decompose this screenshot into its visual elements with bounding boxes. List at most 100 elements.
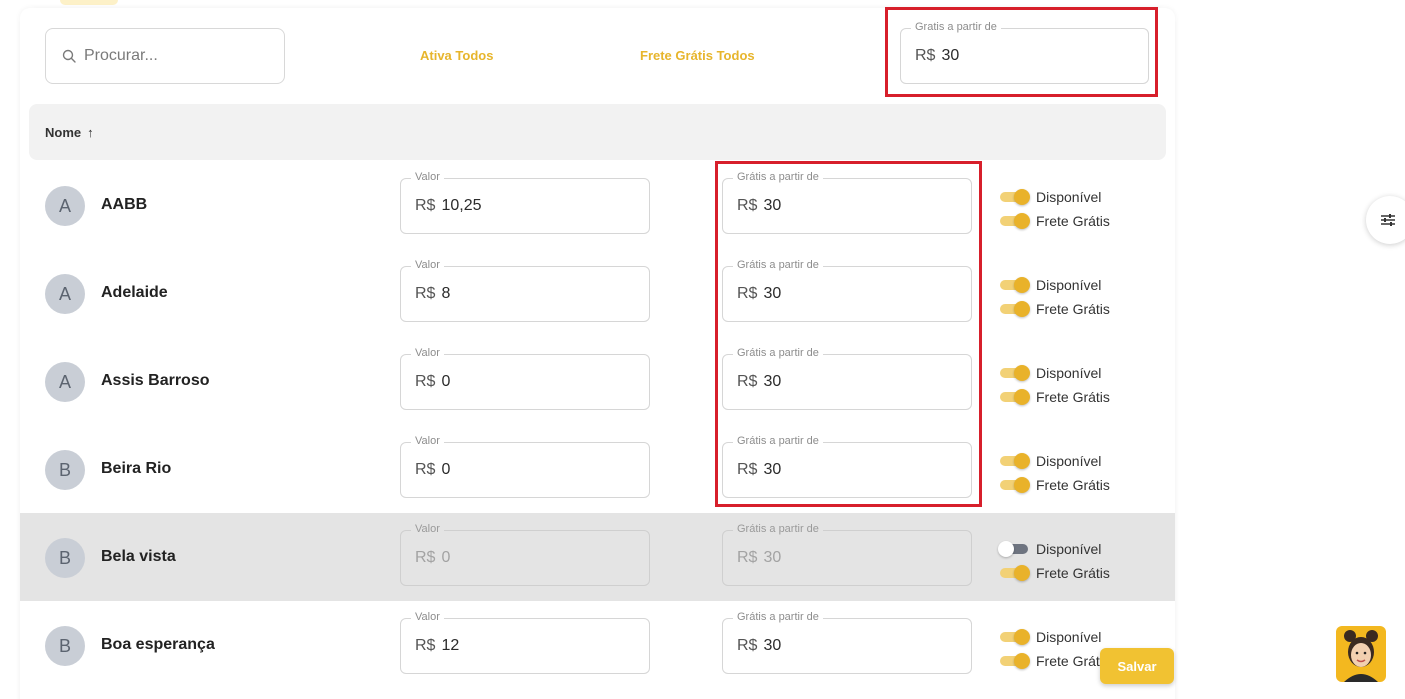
filter-settings-button[interactable] (1366, 196, 1405, 244)
switch-icon[interactable] (1000, 653, 1030, 669)
row-name: Adelaide (101, 284, 168, 301)
valor-value: 0 (441, 461, 451, 478)
valor-label: Valor (411, 435, 444, 447)
column-header-nome[interactable]: Nome ↑ (29, 104, 1166, 160)
search-input[interactable]: Procurar... (45, 28, 285, 84)
frete-gratis-label: Frete Grátis (1036, 565, 1110, 581)
global-gratis-field[interactable]: Gratis a partir de R$ 30 (900, 21, 1149, 84)
disponivel-toggle[interactable]: Disponível (1000, 185, 1110, 209)
currency-prefix: R$ (737, 549, 758, 566)
switch-icon[interactable] (1000, 389, 1030, 405)
disponivel-label: Disponível (1036, 365, 1102, 381)
gratis-field[interactable]: Grátis a partir de R$ 30 (722, 259, 972, 322)
switch-icon[interactable] (1000, 453, 1030, 469)
gratis-field[interactable]: Grátis a partir de R$ 30 (722, 611, 972, 674)
frete-gratis-toggle[interactable]: Frete Grátis (1000, 561, 1110, 585)
page: Procurar... Ativa Todos Frete Grátis Tod… (0, 0, 1405, 699)
disponivel-toggle[interactable]: Disponível (998, 537, 1110, 561)
valor-label: Valor (411, 611, 444, 623)
currency-prefix: R$ (415, 549, 436, 566)
switch-icon[interactable] (1000, 277, 1030, 293)
chat-assistant-avatar[interactable] (1336, 626, 1386, 682)
valor-field[interactable]: Valor R$ 10,25 (400, 171, 650, 234)
currency-prefix: R$ (415, 637, 436, 654)
global-gratis-value: 30 (941, 47, 960, 64)
avatar: A (45, 186, 85, 226)
assistant-face-icon (1344, 630, 1378, 682)
disponivel-toggle[interactable]: Disponível (1000, 273, 1110, 297)
avatar: A (45, 362, 85, 402)
table-row: A AABB Valor R$ 10,25 Grátis a partir de R$ 30 D… (20, 161, 1175, 249)
gratis-value: 30 (763, 549, 782, 566)
valor-field[interactable]: Valor R$ 0 (400, 347, 650, 410)
disponivel-toggle[interactable]: Disponível (1000, 449, 1110, 473)
valor-field[interactable]: Valor R$ 12 (400, 611, 650, 674)
frete-gratis-toggle[interactable]: Frete Grátis (1000, 209, 1110, 233)
row-toggles: Disponível Frete Grátis (1000, 185, 1110, 233)
switch-icon[interactable] (998, 541, 1028, 557)
frete-gratis-label: Frete Grátis (1036, 213, 1110, 229)
gratis-field[interactable]: Grátis a partir de R$ 30 (722, 171, 972, 234)
column-header-label: Nome (45, 124, 82, 140)
valor-value: 8 (441, 285, 451, 302)
disponivel-label: Disponível (1036, 189, 1102, 205)
avatar: B (45, 538, 85, 578)
disponivel-label: Disponível (1036, 277, 1102, 293)
switch-icon[interactable] (1000, 565, 1030, 581)
frete-gratis-toggle[interactable]: Frete Grátis (1000, 473, 1110, 497)
frete-gratis-todos-button[interactable]: Frete Grátis Todos (640, 48, 755, 63)
currency-prefix: R$ (415, 461, 436, 478)
currency-prefix: R$ (737, 461, 758, 478)
valor-label: Valor (411, 171, 444, 183)
frete-gratis-toggle[interactable]: Frete Grátis (1000, 385, 1110, 409)
disponivel-label: Disponível (1036, 453, 1102, 469)
row-toggles: Disponível Frete Grátis (1000, 625, 1110, 673)
row-toggles: Disponível Frete Grátis (1000, 449, 1110, 497)
switch-icon[interactable] (1000, 365, 1030, 381)
frete-gratis-label: Frete Grátis (1036, 389, 1110, 405)
row-toggles: Disponível Frete Grátis (1000, 273, 1110, 321)
gratis-label: Grátis a partir de (733, 611, 823, 623)
table-row: B Bela vista Valor R$ 0 Grátis a partir de R$ 3… (20, 513, 1175, 601)
valor-field[interactable]: Valor R$ 0 (400, 435, 650, 498)
avatar: B (45, 450, 85, 490)
avatar: B (45, 626, 85, 666)
gratis-label: Grátis a partir de (733, 259, 823, 271)
gratis-label: Grátis a partir de (733, 347, 823, 359)
valor-field[interactable]: Valor R$ 8 (400, 259, 650, 322)
currency-prefix: R$ (415, 373, 436, 390)
search-icon (62, 49, 76, 63)
gratis-field[interactable]: Grátis a partir de R$ 30 (722, 523, 972, 586)
row-name: Assis Barroso (101, 372, 210, 389)
valor-label: Valor (411, 259, 444, 271)
currency-prefix: R$ (737, 637, 758, 654)
currency-prefix: R$ (915, 47, 936, 64)
switch-icon[interactable] (1000, 477, 1030, 493)
salvar-button[interactable]: Salvar (1100, 648, 1174, 684)
frete-gratis-toggle[interactable]: Frete Grátis (1000, 649, 1110, 673)
currency-prefix: R$ (415, 285, 436, 302)
frete-gratis-label: Frete Grátis (1036, 653, 1110, 669)
switch-icon[interactable] (1000, 301, 1030, 317)
switch-icon[interactable] (1000, 189, 1030, 205)
valor-field[interactable]: Valor R$ 0 (400, 523, 650, 586)
gratis-value: 30 (763, 373, 782, 390)
gratis-field[interactable]: Grátis a partir de R$ 30 (722, 347, 972, 410)
table-row: B Boa esperança Valor R$ 12 Grátis a partir d… (20, 601, 1175, 689)
switch-icon[interactable] (1000, 629, 1030, 645)
valor-label: Valor (411, 523, 444, 535)
disponivel-toggle[interactable]: Disponível (1000, 625, 1110, 649)
table-row: A Assis Barroso Valor R$ 0 Grátis a partir de… (20, 337, 1175, 425)
ativa-todos-button[interactable]: Ativa Todos (420, 48, 493, 63)
gratis-field[interactable]: Grátis a partir de R$ 30 (722, 435, 972, 498)
frete-gratis-toggle[interactable]: Frete Grátis (1000, 297, 1110, 321)
gratis-label: Grátis a partir de (733, 171, 823, 183)
disponivel-toggle[interactable]: Disponível (1000, 361, 1110, 385)
gratis-value: 30 (763, 285, 782, 302)
avatar: A (45, 274, 85, 314)
sliders-icon (1381, 214, 1395, 226)
search-placeholder: Procurar... (84, 47, 158, 64)
currency-prefix: R$ (737, 197, 758, 214)
switch-icon[interactable] (1000, 213, 1030, 229)
frete-gratis-label: Frete Grátis (1036, 477, 1110, 493)
